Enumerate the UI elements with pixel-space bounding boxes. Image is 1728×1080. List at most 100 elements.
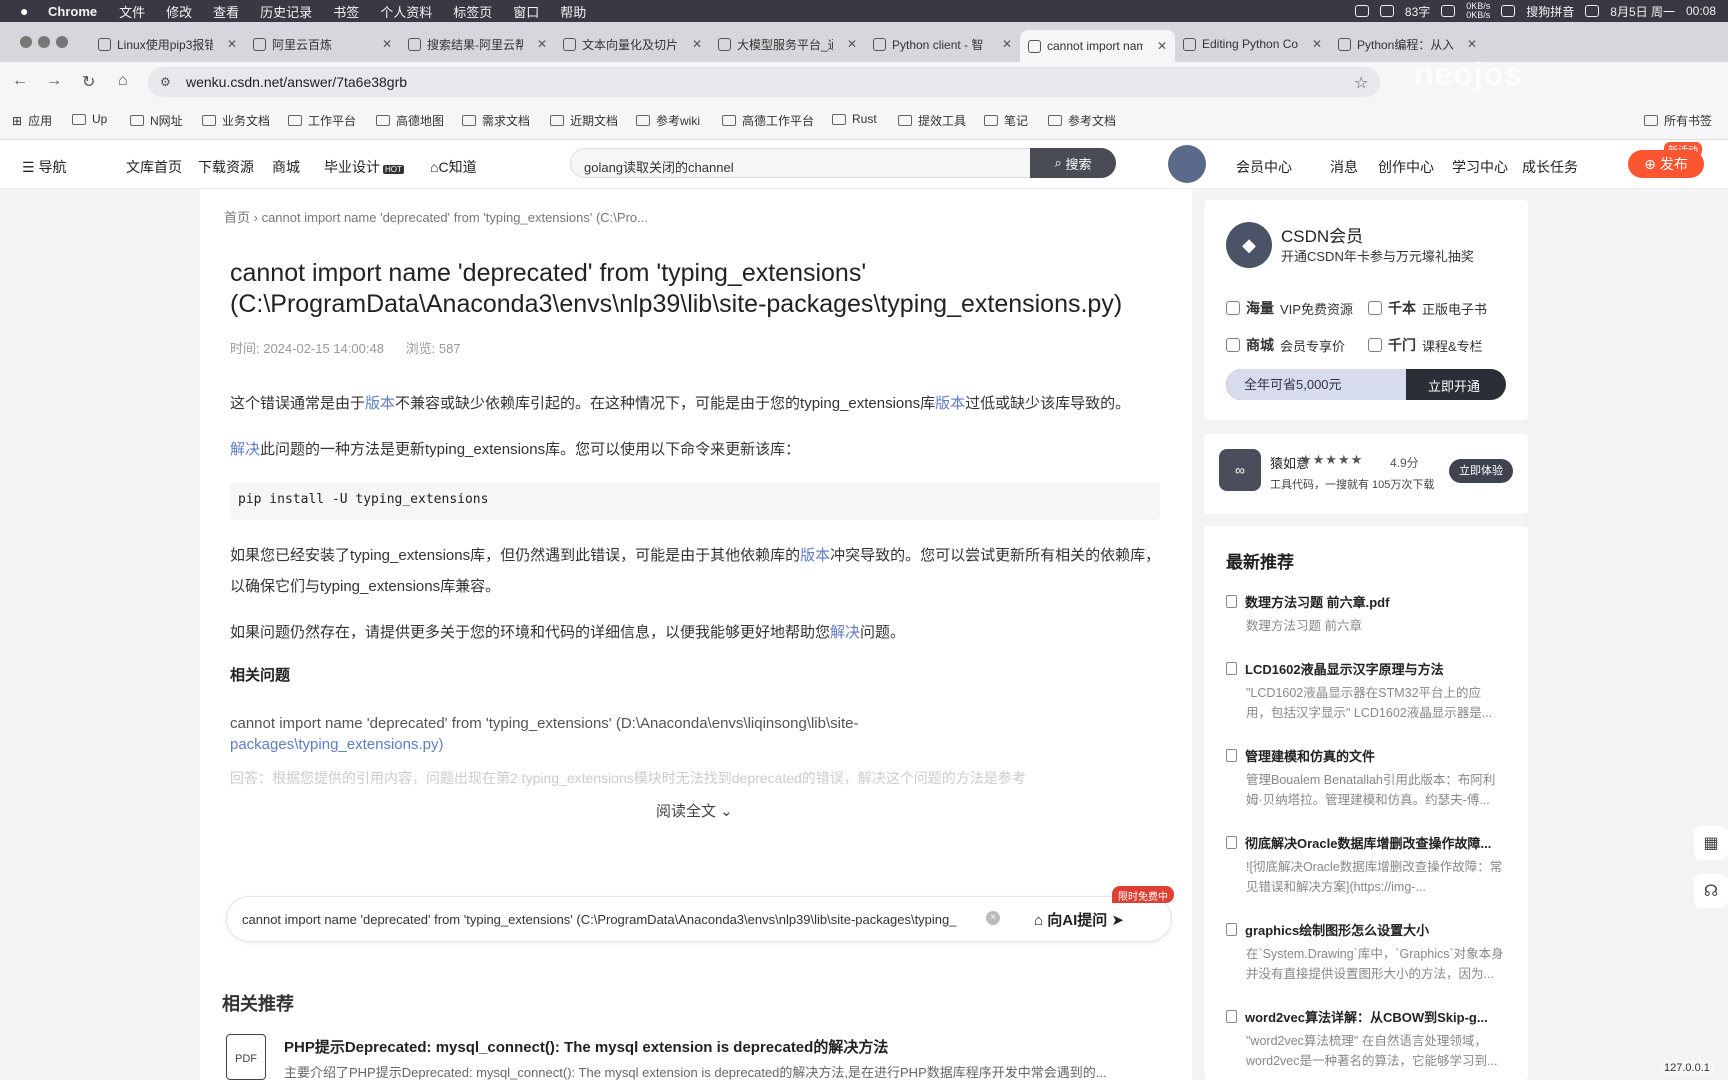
minimize-window-icon[interactable] (38, 36, 50, 48)
bookmark-rust[interactable]: Rust (832, 112, 877, 126)
apple-logo-icon[interactable]: ● (20, 3, 34, 19)
bookmark-work-platform[interactable]: 工作平台 (288, 112, 356, 129)
bookmark-all[interactable]: 所有书签 (1644, 112, 1712, 129)
site-info-icon[interactable]: ⚙ (160, 75, 171, 89)
microphone-icon[interactable] (1441, 5, 1456, 17)
doc-icon (1226, 662, 1237, 675)
latest-item[interactable]: 彻底解决Oracle数据库增删改查操作故障... ![彻底解决Oracle数据库增… (1226, 833, 1506, 897)
zoom-window-icon[interactable] (56, 36, 68, 48)
search-button[interactable]: ⌕ 搜索 (1030, 148, 1116, 178)
latest-item[interactable]: 数理方法习题 前六章.pdf 数理方法习题 前六章 (1226, 592, 1506, 636)
close-window-icon[interactable] (20, 36, 32, 48)
bookmark-n[interactable]: N网址 (130, 112, 183, 129)
menu-date[interactable]: 8月5日 周一 (1610, 3, 1675, 20)
latest-item[interactable]: 管理建模和仿真的文件 管理Boualem Benatallah引用此版本：布阿利姆… (1226, 746, 1506, 810)
bookmark-tools[interactable]: 提效工具 (898, 112, 966, 129)
bookmark-business-docs[interactable]: 业务文档 (202, 112, 270, 129)
bookmark-wiki[interactable]: 参考wiki (636, 112, 700, 129)
home-icon[interactable]: ⌂ (118, 72, 128, 90)
close-tab-icon[interactable]: ✕ (1312, 37, 1322, 51)
nav-creator[interactable]: 创作中心 (1378, 157, 1434, 177)
close-tab-icon[interactable]: ✕ (692, 37, 702, 51)
latest-item[interactable]: word2vec算法详解：从CBOW到Skip-g... "word2vec算法梳… (1226, 1007, 1506, 1071)
bookmark-star-icon[interactable]: ☆ (1354, 73, 1368, 93)
photo-icon[interactable] (1379, 5, 1394, 17)
nav-download[interactable]: 下载资源 (198, 157, 254, 177)
nav-tasks[interactable]: 成长任务 (1522, 157, 1578, 177)
menu-time[interactable]: 00:08 (1686, 4, 1716, 18)
close-tab-icon[interactable]: ✕ (227, 37, 237, 51)
menu-app-name[interactable]: Chrome (48, 4, 97, 19)
forward-icon[interactable]: → (46, 72, 62, 90)
spotlight-icon[interactable] (1585, 5, 1600, 17)
user-avatar[interactable] (1168, 145, 1206, 183)
menu-edit[interactable]: 修改 (166, 2, 192, 21)
tab-linux-pip3[interactable]: Linux使用pip3报错 ✕ (90, 30, 245, 58)
close-tab-icon[interactable]: ✕ (537, 37, 547, 51)
vip-open-button[interactable]: 立即开通 (1428, 376, 1480, 395)
tab-llm-platform[interactable]: 大模型服务平台_通 ✕ (710, 30, 865, 58)
url-text[interactable]: wenku.csdn.net/answer/7ta6e38grb (186, 74, 407, 90)
record-icon[interactable] (1354, 5, 1369, 17)
menu-view[interactable]: 查看 (213, 2, 239, 21)
bookmark-apps[interactable]: ⊞ 应用 (12, 112, 52, 129)
close-tab-icon[interactable]: ✕ (1157, 39, 1167, 53)
bookmark-requirements[interactable]: 需求文档 (462, 112, 530, 129)
keyword-link[interactable]: 版本 (365, 395, 395, 412)
close-tab-icon[interactable]: ✕ (1002, 37, 1012, 51)
tab-cannot-import[interactable]: cannot import nam ✕ (1020, 30, 1175, 62)
tab-python-client[interactable]: Python client - 智 ✕ (865, 30, 1020, 58)
reload-icon[interactable]: ↻ (82, 72, 95, 92)
nav-learning[interactable]: 学习中心 (1452, 157, 1508, 177)
breadcrumb-home[interactable]: 首页 (224, 210, 250, 225)
tab-editing-python[interactable]: Editing Python Co ✕ (1175, 30, 1330, 58)
keyword-link[interactable]: 解决 (830, 624, 860, 641)
clear-input-icon[interactable]: × (986, 911, 1000, 925)
menu-window[interactable]: 窗口 (513, 2, 539, 21)
close-tab-icon[interactable]: ✕ (382, 37, 392, 51)
close-tab-icon[interactable]: ✕ (1467, 37, 1477, 51)
bookmark-ref-docs[interactable]: 参考文档 (1048, 112, 1116, 129)
back-icon[interactable]: ← (12, 72, 28, 90)
bookmark-amap[interactable]: 高德地图 (376, 112, 444, 129)
tab-text-vector[interactable]: 文本向量化及切片 ✕ (555, 30, 710, 58)
wifi-icon[interactable] (1501, 5, 1516, 17)
menu-tabs[interactable]: 标签页 (453, 2, 492, 21)
nav-menu-button[interactable]: ☰ 导航 (22, 157, 66, 177)
qr-code-icon[interactable]: ▦ (1694, 826, 1728, 860)
ask-ai-button[interactable]: ⌂ 向AI提问 ➤ (1034, 909, 1124, 930)
nav-wenku-home[interactable]: 文库首页 (126, 157, 182, 177)
keyword-link[interactable]: 解决 (230, 441, 260, 458)
bookmark-amap-work[interactable]: 高德工作平台 (722, 112, 814, 129)
tab-aliyun-bailian[interactable]: 阿里云百炼 ✕ (245, 30, 400, 58)
nav-cknow[interactable]: ⌂C知道 (430, 157, 477, 177)
nav-messages[interactable]: 消息 (1330, 157, 1358, 177)
related-question-link[interactable]: cannot import name 'deprecated' from 'ty… (230, 713, 990, 755)
recommend-item-title[interactable]: PHP提示Deprecated: mysql_connect(): The my… (284, 1036, 888, 1057)
read-all-button[interactable]: 阅读全文 ⌄ (656, 800, 733, 821)
ime-name[interactable]: 搜狗拼音 (1526, 3, 1574, 20)
nav-mall[interactable]: 商城 (272, 157, 300, 177)
keyword-link[interactable]: 版本 (800, 547, 830, 564)
menu-profile[interactable]: 个人资料 (380, 2, 432, 21)
nav-vip-center[interactable]: 会员中心 (1236, 157, 1292, 177)
customer-service-icon[interactable]: ☊ (1694, 874, 1728, 908)
menu-file[interactable]: 文件 (119, 2, 145, 21)
bookmark-notes[interactable]: 笔记 (984, 112, 1028, 129)
latest-item[interactable]: LCD1602液晶显示汉字原理与方法 "LCD1602液晶显示器在STM32平台上… (1226, 659, 1506, 723)
bookmark-recent[interactable]: 近期文档 (550, 112, 618, 129)
menu-history[interactable]: 历史记录 (260, 2, 312, 21)
menu-bookmarks[interactable]: 书签 (333, 2, 359, 21)
try-now-button[interactable]: 立即体验 (1449, 459, 1513, 483)
keyword-link[interactable]: 版本 (935, 395, 965, 412)
publish-button[interactable]: ⊕ 发布 (1628, 150, 1704, 178)
site-search-input[interactable]: golang读取关闭的channel (584, 157, 734, 176)
nav-graduation[interactable]: 毕业设计 HOT (324, 157, 404, 177)
close-tab-icon[interactable]: ✕ (847, 37, 857, 51)
tab-aliyun-search[interactable]: 搜索结果-阿里云帮 ✕ (400, 30, 555, 58)
bookmark-up[interactable]: Up (72, 112, 107, 126)
menu-help[interactable]: 帮助 (560, 2, 586, 21)
ai-question-input[interactable]: cannot import name 'deprecated' from 'ty… (242, 912, 982, 927)
latest-item[interactable]: graphics绘制图形怎么设置大小 在`System.Drawing`库中，`G… (1226, 920, 1506, 984)
tab-python-book[interactable]: Python编程：从入 ✕ (1330, 30, 1485, 58)
